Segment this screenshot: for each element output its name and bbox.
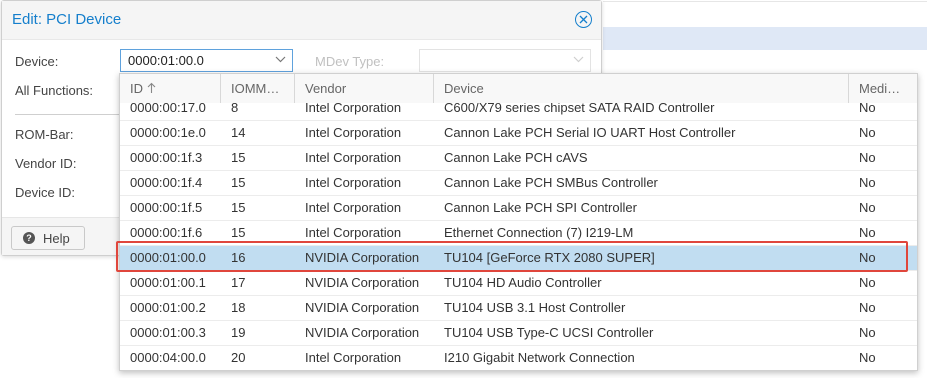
table-row[interactable]: 0000:01:00.2 18 NVIDIA Corporation TU104 US… [120,296,917,321]
cell-id: 0000:00:1f.5 [130,200,203,215]
cell-device: Ethernet Connection (7) I219-LM [444,225,634,240]
cell-iommu: 8 [231,103,239,115]
table-row[interactable]: 0000:00:17.0 8 Intel Corporation C600/X79 s… [120,103,917,121]
grid-header: ID IOMM… Vendor Device Medi… [120,74,917,104]
cell-iommu: 20 [231,350,246,365]
cell-device: Cannon Lake PCH SMBus Controller [444,175,658,190]
column-header-device[interactable]: Device [434,74,849,103]
vendor-id-label: Vendor ID: [15,156,77,171]
cell-iommu: 15 [231,200,246,215]
cell-mediated: No [859,225,876,240]
cell-id: 0000:00:1f.6 [130,225,203,240]
cell-device: TU104 USB Type-C UCSI Controller [444,325,654,340]
cell-mediated: No [859,250,876,265]
grid-body: 0000:00:17.0 8 Intel Corporation C600/X79 s… [120,103,917,370]
dialog-title: Edit: PCI Device [12,11,122,28]
device-combobox[interactable]: 0000:01:00.0 [120,49,293,72]
table-row[interactable]: 0000:01:00.1 17 NVIDIA Corporation TU104 HD… [120,271,917,296]
table-row[interactable]: 0000:01:00.3 19 NVIDIA Corporation TU104 US… [120,321,917,346]
cell-id: 0000:01:00.2 [130,300,206,315]
table-row[interactable]: 0000:00:1f.6 15 Intel Corporation Ethernet … [120,221,917,246]
cell-iommu: 19 [231,325,246,340]
cell-mediated: No [859,125,876,140]
cell-id: 0000:00:17.0 [130,103,206,115]
cell-id: 0000:00:1f.4 [130,175,203,190]
cell-vendor: Intel Corporation [305,103,402,115]
close-icon[interactable] [575,11,592,28]
table-row[interactable]: 0000:01:00.0 16 NVIDIA Corporation TU104 [G… [120,246,917,271]
cell-vendor: Intel Corporation [305,150,402,165]
device-combobox-value: 0000:01:00.0 [128,53,204,68]
cell-device: Cannon Lake PCH Serial IO UART Host Cont… [444,125,736,140]
cell-device: Cannon Lake PCH SPI Controller [444,200,637,215]
background-divider [603,1,927,2]
cell-iommu: 14 [231,125,246,140]
column-header-id-label: ID [130,81,143,96]
cell-vendor: NVIDIA Corporation [305,275,420,290]
column-header-vendor[interactable]: Vendor [295,74,434,103]
cell-vendor: Intel Corporation [305,350,402,365]
cell-mediated: No [859,275,876,290]
cell-mediated: No [859,325,876,340]
table-row[interactable]: 0000:00:1e.0 14 Intel Corporation Cannon La… [120,121,917,146]
table-row[interactable]: 0000:00:1f.3 15 Intel Corporation Cannon La… [120,146,917,171]
cell-device: I210 Gigabit Network Connection [444,350,635,365]
cell-vendor: NVIDIA Corporation [305,250,420,265]
cell-device: Cannon Lake PCH cAVS [444,150,588,165]
chevron-down-icon [573,56,584,63]
sort-ascending-icon [147,82,156,93]
cell-iommu: 15 [231,225,246,240]
cell-mediated: No [859,300,876,315]
cell-iommu: 18 [231,300,246,315]
cell-id: 0000:00:1e.0 [130,125,206,140]
cell-vendor: Intel Corporation [305,125,402,140]
table-row[interactable]: 0000:00:1f.5 15 Intel Corporation Cannon La… [120,196,917,221]
cell-device: TU104 HD Audio Controller [444,275,602,290]
all-functions-label: All Functions: [15,83,94,98]
question-circle-icon: ? [23,232,35,244]
column-header-id[interactable]: ID [120,74,221,103]
table-row[interactable]: 0000:00:1f.4 15 Intel Corporation Cannon La… [120,171,917,196]
cell-id: 0000:01:00.1 [130,275,206,290]
cell-vendor: Intel Corporation [305,175,402,190]
rom-bar-label: ROM-Bar: [15,127,74,142]
cell-id: 0000:00:1f.3 [130,150,203,165]
cell-mediated: No [859,175,876,190]
table-row[interactable]: 0000:04:00.0 20 Intel Corporation I210 Giga… [120,346,917,370]
cell-mediated: No [859,350,876,365]
cell-vendor: Intel Corporation [305,225,402,240]
cell-vendor: NVIDIA Corporation [305,300,420,315]
background-selected-row [603,27,927,50]
column-header-mediated[interactable]: Medi… [849,74,917,103]
cell-vendor: Intel Corporation [305,200,402,215]
dialog-header: Edit: PCI Device [2,1,601,40]
device-picker-grid: ID IOMM… Vendor Device Medi… 0000:00:17.… [119,73,918,371]
column-header-iommu[interactable]: IOMM… [221,74,295,103]
section-divider [15,114,120,115]
help-button-label: Help [43,231,70,246]
chevron-down-icon[interactable] [275,55,286,63]
device-id-label: Device ID: [15,185,75,200]
cell-id: 0000:04:00.0 [130,350,206,365]
cell-vendor: NVIDIA Corporation [305,325,420,340]
mdev-type-combobox[interactable] [419,49,591,72]
help-button[interactable]: ? Help [11,226,85,250]
cell-iommu: 16 [231,250,246,265]
cell-device: TU104 USB 3.1 Host Controller [444,300,626,315]
cell-id: 0000:01:00.0 [130,250,206,265]
cell-iommu: 17 [231,275,246,290]
cell-mediated: No [859,150,876,165]
cell-device: TU104 [GeForce RTX 2080 SUPER] [444,250,655,265]
mdev-type-label: MDev Type: [315,54,385,69]
cell-device: C600/X79 series chipset SATA RAID Contro… [444,103,715,115]
cell-mediated: No [859,200,876,215]
cell-mediated: No [859,103,876,115]
cell-iommu: 15 [231,150,246,165]
device-label: Device: [15,54,59,69]
cell-id: 0000:01:00.3 [130,325,206,340]
cell-iommu: 15 [231,175,246,190]
